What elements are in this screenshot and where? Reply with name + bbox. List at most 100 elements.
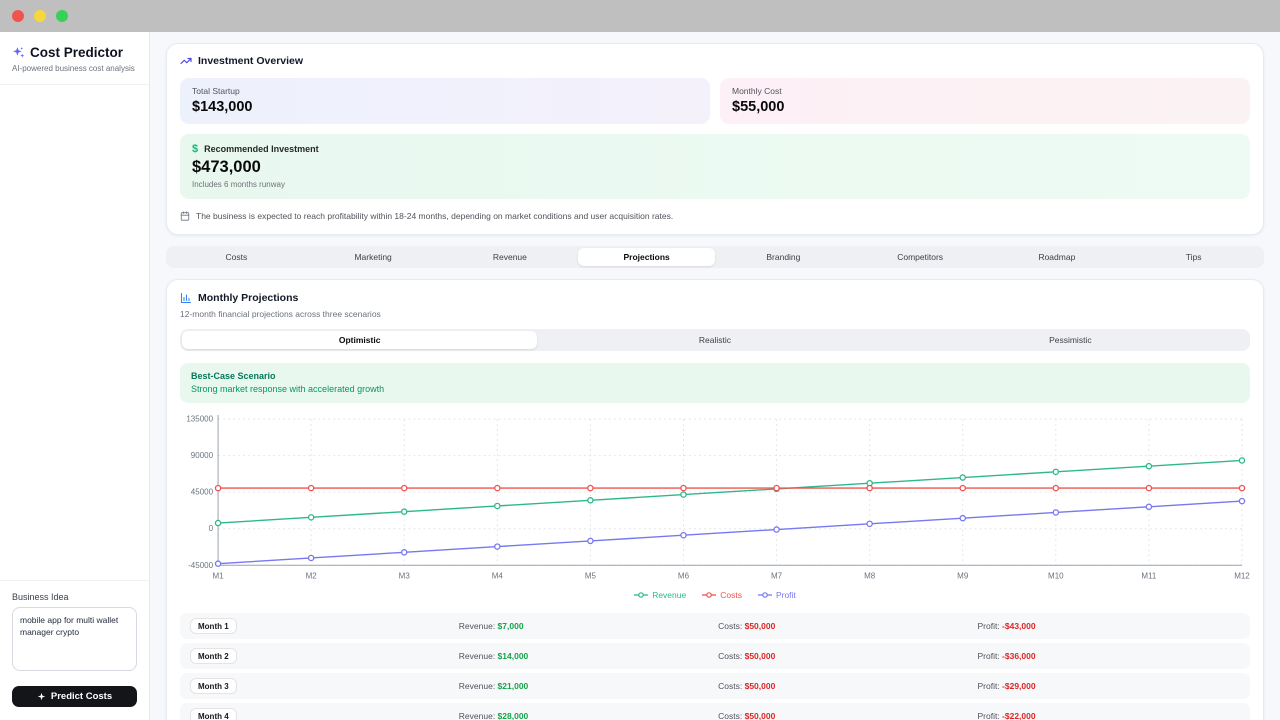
month-badge: Month 2 — [190, 648, 237, 665]
recommended-note: Includes 6 months runway — [192, 180, 285, 189]
app-title-row: Cost Predictor — [12, 45, 137, 60]
legend-marker-icon — [757, 592, 772, 599]
main-content: Investment Overview Total Startup $143,0… — [150, 32, 1280, 720]
legend-marker-icon — [702, 592, 717, 599]
monthly-cost-value: $55,000 — [732, 99, 785, 115]
app-subtitle: AI-powered business cost analysis — [12, 64, 135, 73]
svg-text:M1: M1 — [213, 571, 225, 580]
monthly-cost-label: Monthly Cost — [732, 86, 782, 96]
legend-item-revenue[interactable]: Revenue — [634, 590, 686, 600]
scenario-banner: Best-Case Scenario Strong market respons… — [180, 363, 1250, 403]
tab-competitors[interactable]: Competitors — [852, 248, 989, 266]
tab-costs[interactable]: Costs — [168, 248, 305, 266]
tab-roadmap[interactable]: Roadmap — [989, 248, 1126, 266]
projections-table: Month 1 Revenue: $7,000 Costs: $50,000 Prof… — [180, 613, 1250, 720]
revenue-cell: Revenue: $14,000 — [458, 651, 529, 662]
svg-text:M11: M11 — [1141, 571, 1157, 580]
costs-cell: Costs: $50,000 — [718, 711, 776, 720]
app-body: Cost Predictor AI-powered business cost … — [0, 32, 1280, 720]
sparkle-icon — [37, 692, 46, 701]
costs-cell: Costs: $50,000 — [718, 651, 776, 662]
svg-text:90000: 90000 — [191, 451, 214, 460]
business-idea-input[interactable] — [12, 607, 137, 671]
profit-cell: Profit: -$43,000 — [977, 621, 1036, 632]
legend-item-costs[interactable]: Costs — [702, 590, 742, 600]
tab-branding[interactable]: Branding — [715, 248, 852, 266]
recommended-investment-card: $ Recommended Investment $473,000 Includ… — [180, 134, 1250, 199]
scenario-tab-pessimistic[interactable]: Pessimistic — [893, 331, 1248, 349]
svg-text:M10: M10 — [1048, 571, 1064, 580]
tab-revenue[interactable]: Revenue — [442, 248, 579, 266]
recommended-value: $473,000 — [192, 158, 261, 176]
scenario-banner-subtitle: Strong market response with accelerated … — [191, 384, 385, 394]
revenue-cell: Revenue: $7,000 — [458, 621, 524, 632]
maximize-window-button[interactable] — [56, 10, 68, 22]
table-row: Month 2 Revenue: $14,000 Costs: $50,000 Pro… — [180, 643, 1250, 670]
monthly-cost-card: Monthly Cost $55,000 — [720, 78, 1250, 124]
sidebar-footer: Business Idea Predict Costs — [0, 580, 149, 720]
main-tabbar: Costs Marketing Revenue Projections Branding… — [166, 246, 1264, 268]
costs-cell: Costs: $50,000 — [718, 681, 776, 692]
recommended-label: Recommended Investment — [204, 144, 319, 154]
svg-text:M7: M7 — [771, 571, 783, 580]
scenario-banner-title: Best-Case Scenario — [191, 371, 276, 381]
table-row: Month 4 Revenue: $28,000 Costs: $50,000 Pro… — [180, 703, 1250, 720]
overview-header: Investment Overview — [180, 55, 1250, 67]
chart-legend: Revenue Costs Profit — [180, 590, 1250, 600]
projections-chart-container: 135000 90000 45000 0 -45000 M1 M2 M3 M4 M5 M6 M7 M8 M… — [180, 413, 1250, 589]
trending-up-icon — [180, 55, 192, 67]
scenario-tabbar: Optimistic Realistic Pessimistic — [180, 329, 1250, 351]
month-badge: Month 4 — [190, 708, 237, 720]
projections-title: Monthly Projections — [198, 292, 299, 304]
profitability-note-text: The business is expected to reach profit… — [196, 211, 674, 221]
profit-cell: Profit: -$29,000 — [977, 681, 1036, 692]
calendar-icon — [180, 211, 190, 221]
svg-text:45000: 45000 — [191, 488, 214, 497]
scenario-tab-optimistic[interactable]: Optimistic — [182, 331, 538, 349]
scenario-tab-realistic[interactable]: Realistic — [537, 331, 892, 349]
business-idea-label: Business Idea — [12, 592, 69, 602]
overview-title: Investment Overview — [198, 55, 304, 67]
sparkles-icon — [12, 46, 25, 59]
tab-projections[interactable]: Projections — [578, 248, 715, 266]
recommended-header: $ Recommended Investment — [192, 143, 1238, 155]
svg-text:M4: M4 — [492, 571, 504, 580]
close-window-button[interactable] — [12, 10, 24, 22]
svg-text:-45000: -45000 — [188, 561, 213, 570]
bar-chart-icon — [180, 292, 192, 304]
table-row: Month 3 Revenue: $21,000 Costs: $50,000 Pro… — [180, 673, 1250, 700]
sidebar: Cost Predictor AI-powered business cost … — [0, 32, 150, 720]
costs-cell: Costs: $50,000 — [718, 621, 776, 632]
svg-text:M2: M2 — [306, 571, 318, 580]
monthly-projections-card: Monthly Projections 12-month financial p… — [166, 279, 1264, 720]
minimize-window-button[interactable] — [34, 10, 46, 22]
svg-text:M12: M12 — [1234, 571, 1250, 580]
revenue-cell: Revenue: $21,000 — [458, 681, 529, 692]
projections-chart: 135000 90000 45000 0 -45000M1 M2 M3 M4 M5 M6 M7 M8 M… — [186, 415, 1250, 581]
svg-text:135000: 135000 — [186, 415, 213, 424]
legend-item-profit[interactable]: Profit — [757, 590, 796, 600]
svg-text:M9: M9 — [957, 571, 969, 580]
total-startup-value: $143,000 — [192, 99, 253, 115]
tab-marketing[interactable]: Marketing — [305, 248, 442, 266]
svg-text:M3: M3 — [399, 571, 411, 580]
month-badge: Month 1 — [190, 618, 237, 635]
svg-text:0: 0 — [209, 524, 214, 533]
stat-cards: Total Startup $143,000 Monthly Cost $55,… — [180, 78, 1250, 124]
app-window: Cost Predictor AI-powered business cost … — [0, 0, 1280, 720]
legend-marker-icon — [634, 592, 649, 599]
investment-overview-card: Investment Overview Total Startup $143,0… — [166, 43, 1264, 235]
svg-text:M5: M5 — [585, 571, 597, 580]
svg-text:M6: M6 — [678, 571, 690, 580]
profit-cell: Profit: -$22,000 — [977, 711, 1036, 720]
total-startup-label: Total Startup — [192, 86, 240, 96]
table-row: Month 1 Revenue: $7,000 Costs: $50,000 Prof… — [180, 613, 1250, 640]
profit-cell: Profit: -$36,000 — [977, 651, 1036, 662]
month-badge: Month 3 — [190, 678, 237, 695]
revenue-cell: Revenue: $28,000 — [458, 711, 529, 720]
app-title: Cost Predictor — [30, 45, 124, 60]
projections-subtitle: 12-month financial projections across th… — [180, 309, 381, 319]
predict-costs-button[interactable]: Predict Costs — [12, 686, 137, 707]
tab-tips[interactable]: Tips — [1125, 248, 1262, 266]
dollar-icon: $ — [192, 143, 199, 155]
